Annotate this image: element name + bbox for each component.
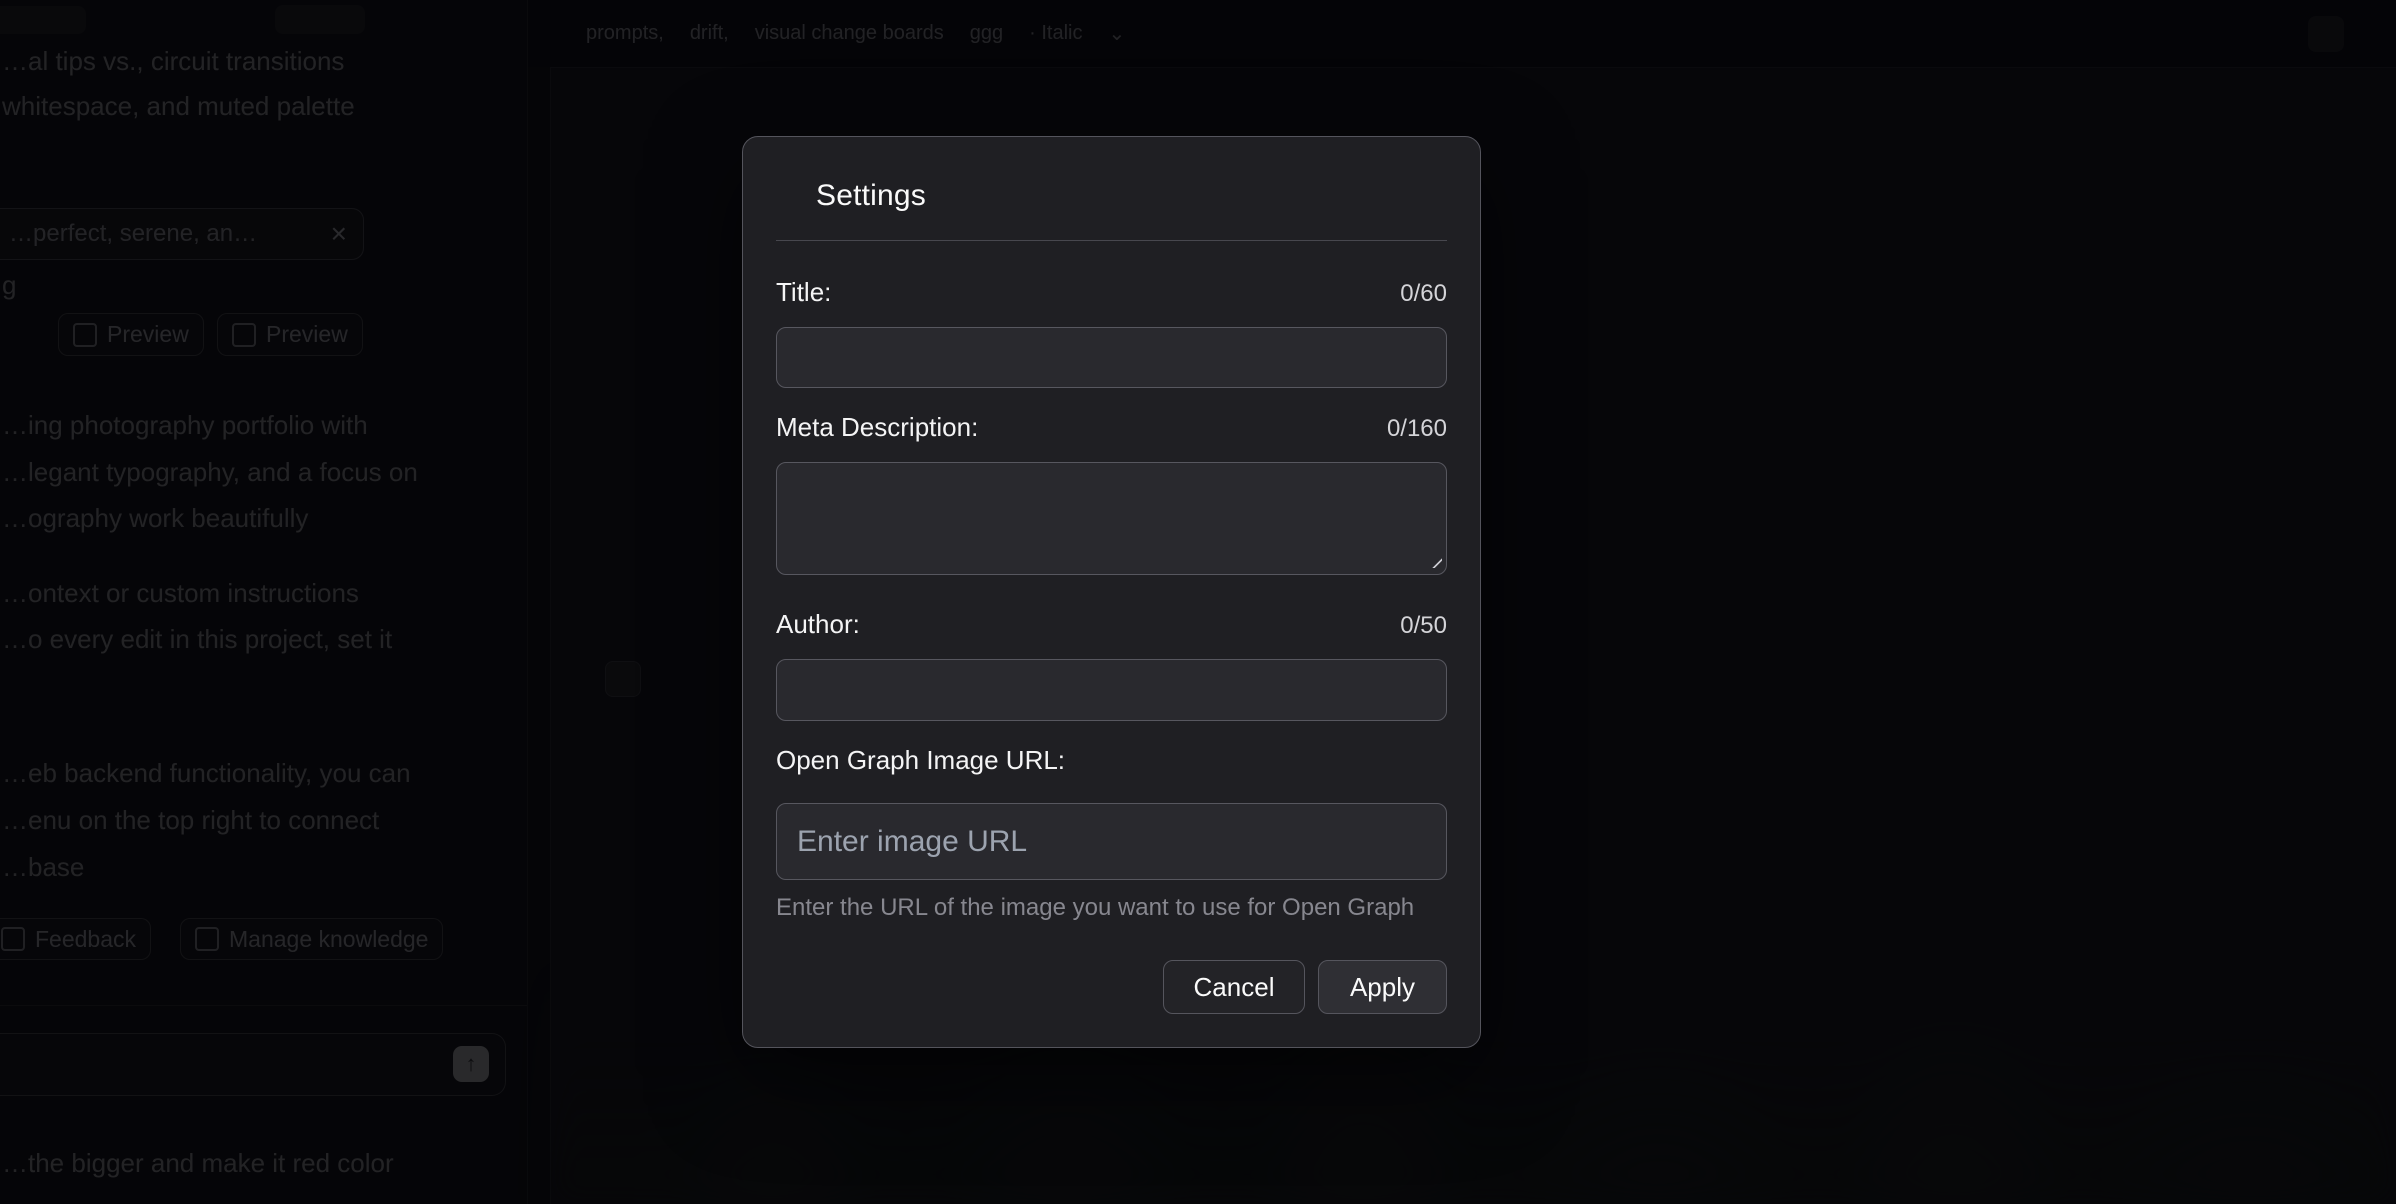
modal-title: Settings [816, 179, 1446, 213]
modal-header: Settings [743, 137, 1480, 213]
og-image-helper-text: Enter the URL of the image you want to u… [776, 894, 1447, 922]
modal-body: Title: 0/60 Meta Description: 0/160 Auth… [743, 241, 1480, 922]
og-image-field-group: Open Graph Image URL: Enter the URL of t… [776, 745, 1447, 922]
og-image-url-label: Open Graph Image URL: [776, 745, 1065, 776]
author-label: Author: [776, 609, 860, 640]
meta-description-label: Meta Description: [776, 412, 978, 443]
app-window: …al tips vs., circuit transitions whites… [0, 0, 2396, 1204]
title-input[interactable] [776, 327, 1447, 388]
meta-description-char-counter: 0/160 [1387, 415, 1447, 443]
meta-description-field-group: Meta Description: 0/160 [776, 412, 1447, 575]
author-char-counter: 0/50 [1400, 612, 1447, 640]
apply-button[interactable]: Apply [1318, 960, 1447, 1014]
settings-modal: Settings Title: 0/60 Meta Description: 0… [742, 136, 1481, 1048]
title-char-counter: 0/60 [1400, 280, 1447, 308]
author-field-group: Author: 0/50 [776, 609, 1447, 721]
og-image-url-input[interactable] [776, 803, 1447, 880]
modal-footer: Cancel Apply [743, 922, 1480, 1014]
author-input[interactable] [776, 659, 1447, 721]
title-field-group: Title: 0/60 [776, 277, 1447, 388]
meta-description-textarea[interactable] [776, 462, 1447, 575]
title-label: Title: [776, 277, 831, 308]
cancel-button[interactable]: Cancel [1163, 960, 1305, 1014]
